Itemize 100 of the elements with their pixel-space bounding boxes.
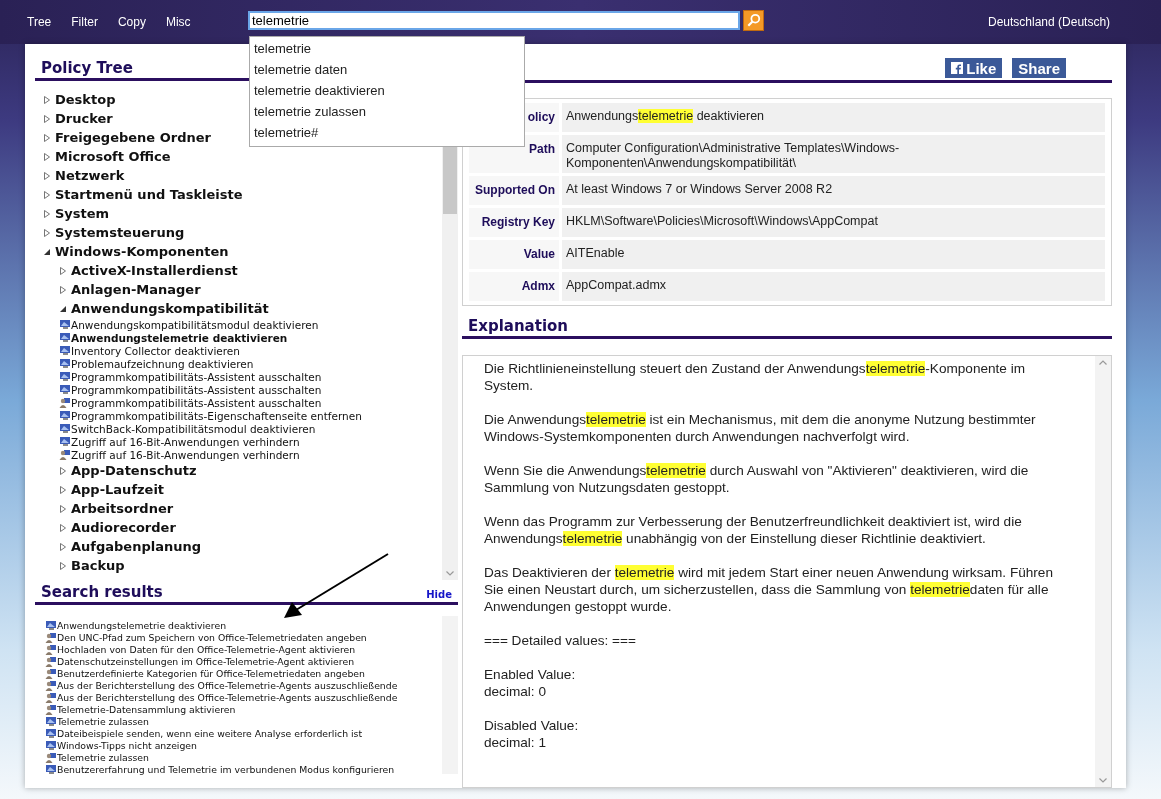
share-button[interactable]: Share: [1012, 58, 1066, 78]
menu-item[interactable]: Copy: [117, 15, 146, 29]
suggestion-item[interactable]: telemetrie deaktivieren: [250, 80, 524, 101]
search-result[interactable]: Aus der Berichterstellung des Office-Telemetrie-Agents auszuschließende: [57, 679, 398, 691]
tree-item[interactable]: Anwendungskompatibilitätsmodul deaktivieren: [71, 318, 319, 331]
search-result[interactable]: Datenschutzeinstellungen im Office-Telemetrie-Agent aktivieren: [57, 655, 355, 667]
tree-item[interactable]: Programmkompatibilitäts-Eigenschaftenseite entfernen: [71, 409, 362, 422]
computer-policy-icon: [59, 410, 71, 421]
scroll-up-icon[interactable]: [1099, 360, 1107, 365]
tree-category[interactable]: Aufgabenplanung: [71, 539, 202, 554]
computer-policy-icon: [45, 619, 57, 631]
field-value: AppCompat.admx: [566, 278, 667, 293]
computer-policy-icon: [45, 739, 57, 751]
tree-item[interactable]: SwitchBack-Kompatibilitätsmodul deaktivieren: [71, 422, 316, 435]
tree-category[interactable]: Anlagen-Manager: [71, 282, 201, 297]
field-value: HKLM\Software\Policies\Microsoft\Windows\AppCompat: [566, 214, 878, 229]
scroll-down-icon[interactable]: [1099, 778, 1107, 783]
tree-item[interactable]: Anwendungstelemetrie deaktivieren: [71, 331, 288, 344]
tree-category[interactable]: Startmenü und Taskleiste: [55, 187, 243, 202]
user-policy-icon: [45, 655, 57, 667]
tree-category[interactable]: Anwendungskompatibilität: [71, 301, 269, 316]
tree-category[interactable]: ActiveX-Installerdienst: [71, 263, 238, 278]
scrollbar[interactable]: [1095, 356, 1111, 787]
language-link[interactable]: Deutschland (Deutsch): [988, 15, 1111, 29]
tree-category[interactable]: System: [55, 206, 110, 221]
computer-policy-icon: [59, 358, 71, 369]
tree-category[interactable]: Systemsteuerung: [55, 225, 185, 240]
user-policy-icon: [45, 679, 57, 691]
like-button[interactable]: Like: [945, 58, 1003, 78]
field-label: Registry Key: [481, 215, 555, 229]
section-title: Search results: [41, 583, 163, 602]
tree-category[interactable]: App-Laufzeit: [71, 482, 165, 497]
field-label: Value: [523, 247, 555, 261]
search-result[interactable]: Benutzererfahrung und Telemetrie im verbundenen Modus konfigurieren: [57, 763, 395, 775]
suggestion-item[interactable]: telemetrie daten: [250, 59, 524, 80]
scroll-down-icon[interactable]: [446, 571, 454, 576]
computer-policy-icon: [45, 727, 57, 739]
field-value: At least Windows 7 or Windows Server 2008 R2: [566, 182, 833, 197]
explanation-line: === Detailed values: ===: [484, 632, 637, 649]
search-field[interactable]: telemetrie: [248, 10, 740, 30]
user-policy-icon: [45, 691, 57, 703]
field-label: olicy: [527, 110, 555, 124]
search-result[interactable]: Den UNC-Pfad zum Speichern von Office-Telemetriedaten angeben: [57, 631, 367, 643]
section-title: Policy Tree: [41, 59, 133, 78]
search-result[interactable]: Benutzerdefinierte Kategorien für Office-Telemetriedaten angeben: [57, 667, 365, 679]
tree-category[interactable]: Freigegebene Ordner: [55, 130, 211, 145]
tree-item[interactable]: Zugriff auf 16-Bit-Anwendungen verhindern: [71, 448, 300, 461]
user-policy-icon: [59, 449, 71, 460]
search-result[interactable]: Telemetrie zulassen: [57, 715, 149, 727]
user-policy-icon: [59, 397, 71, 408]
user-policy-icon: [45, 643, 57, 655]
hide-link[interactable]: Hide: [426, 589, 452, 602]
tree-category[interactable]: Drucker: [55, 111, 113, 126]
explanation-line: Disabled Value:: [484, 717, 580, 734]
user-policy-icon: [45, 631, 57, 643]
tree-category[interactable]: Windows-Komponenten: [55, 244, 229, 259]
computer-policy-icon: [59, 384, 71, 395]
search-result[interactable]: Anwendungstelemetrie deaktivieren: [57, 619, 227, 631]
tree-category[interactable]: App-Datenschutz: [71, 463, 197, 478]
user-policy-icon: [45, 751, 57, 763]
search-result[interactable]: Telemetrie-Datensammlung aktivieren: [57, 703, 236, 715]
user-policy-icon: [45, 703, 57, 715]
tree-category[interactable]: Microsoft Office: [55, 149, 171, 164]
tree-item[interactable]: Programmkompatibilitäts-Assistent ausschalten: [71, 396, 322, 409]
search-result[interactable]: Dateibeispiele senden, wenn eine weitere Analyse erforderlich ist: [57, 727, 363, 739]
suggestion-item[interactable]: telemetrie#: [250, 122, 524, 143]
tree-item[interactable]: Problemaufzeichnung deaktivieren: [71, 357, 254, 370]
suggestion-item[interactable]: telemetrie: [250, 38, 524, 59]
field-label: Supported On: [475, 183, 555, 197]
tree-item[interactable]: Programmkompatibilitäts-Assistent ausschalten: [71, 383, 322, 396]
search-result[interactable]: Aus der Berichterstellung des Office-Telemetrie-Agents auszuschließende: [57, 691, 398, 703]
search-result[interactable]: Telemetrie zulassen: [57, 751, 149, 763]
explanation-paragraph: Die Richtlinieneinstellung steuert den Zustand der Anwendungstelemetrie-Komponente im System.: [484, 360, 1027, 394]
tree-category[interactable]: Arbeitsordner: [71, 501, 174, 516]
tree-category[interactable]: Backup: [71, 558, 125, 573]
computer-policy-icon: [59, 332, 71, 343]
tree-category[interactable]: Netzwerk: [55, 168, 125, 183]
tree-item[interactable]: Programmkompatibilitäts-Assistent ausschalten: [71, 370, 322, 383]
explanation-line: Enabled Value:: [484, 666, 577, 683]
menu-item[interactable]: Filter: [71, 15, 98, 29]
computer-policy-icon: [59, 371, 71, 382]
computer-policy-icon: [59, 423, 71, 434]
suggestion-item[interactable]: telemetrie zulassen: [250, 101, 524, 122]
field-value: Computer Configuration\Administrative Templates\Windows-Komponenten\Anwendungskompatibilität\: [566, 141, 901, 171]
menu-item[interactable]: Tree: [27, 15, 52, 29]
tree-category[interactable]: Audiorecorder: [71, 520, 176, 535]
expander-icon[interactable]: [59, 304, 67, 313]
computer-policy-icon: [59, 345, 71, 356]
search-result[interactable]: Hochladen von Daten für den Office-Telemetrie-Agent aktivieren: [57, 643, 356, 655]
tree-item[interactable]: Zugriff auf 16-Bit-Anwendungen verhindern: [71, 435, 300, 448]
menu-item[interactable]: Misc: [165, 15, 191, 29]
expander-icon[interactable]: [43, 247, 51, 256]
computer-policy-icon: [45, 763, 57, 775]
search-button[interactable]: [743, 9, 764, 31]
section-title: Explanation: [468, 317, 569, 336]
explanation-line: decimal: 0: [484, 683, 547, 700]
tree-category[interactable]: Desktop: [55, 92, 116, 107]
explanation-line: decimal: 1: [484, 734, 547, 751]
tree-item[interactable]: Inventory Collector deaktivieren: [71, 344, 240, 357]
search-result[interactable]: Windows-Tipps nicht anzeigen: [57, 739, 197, 751]
